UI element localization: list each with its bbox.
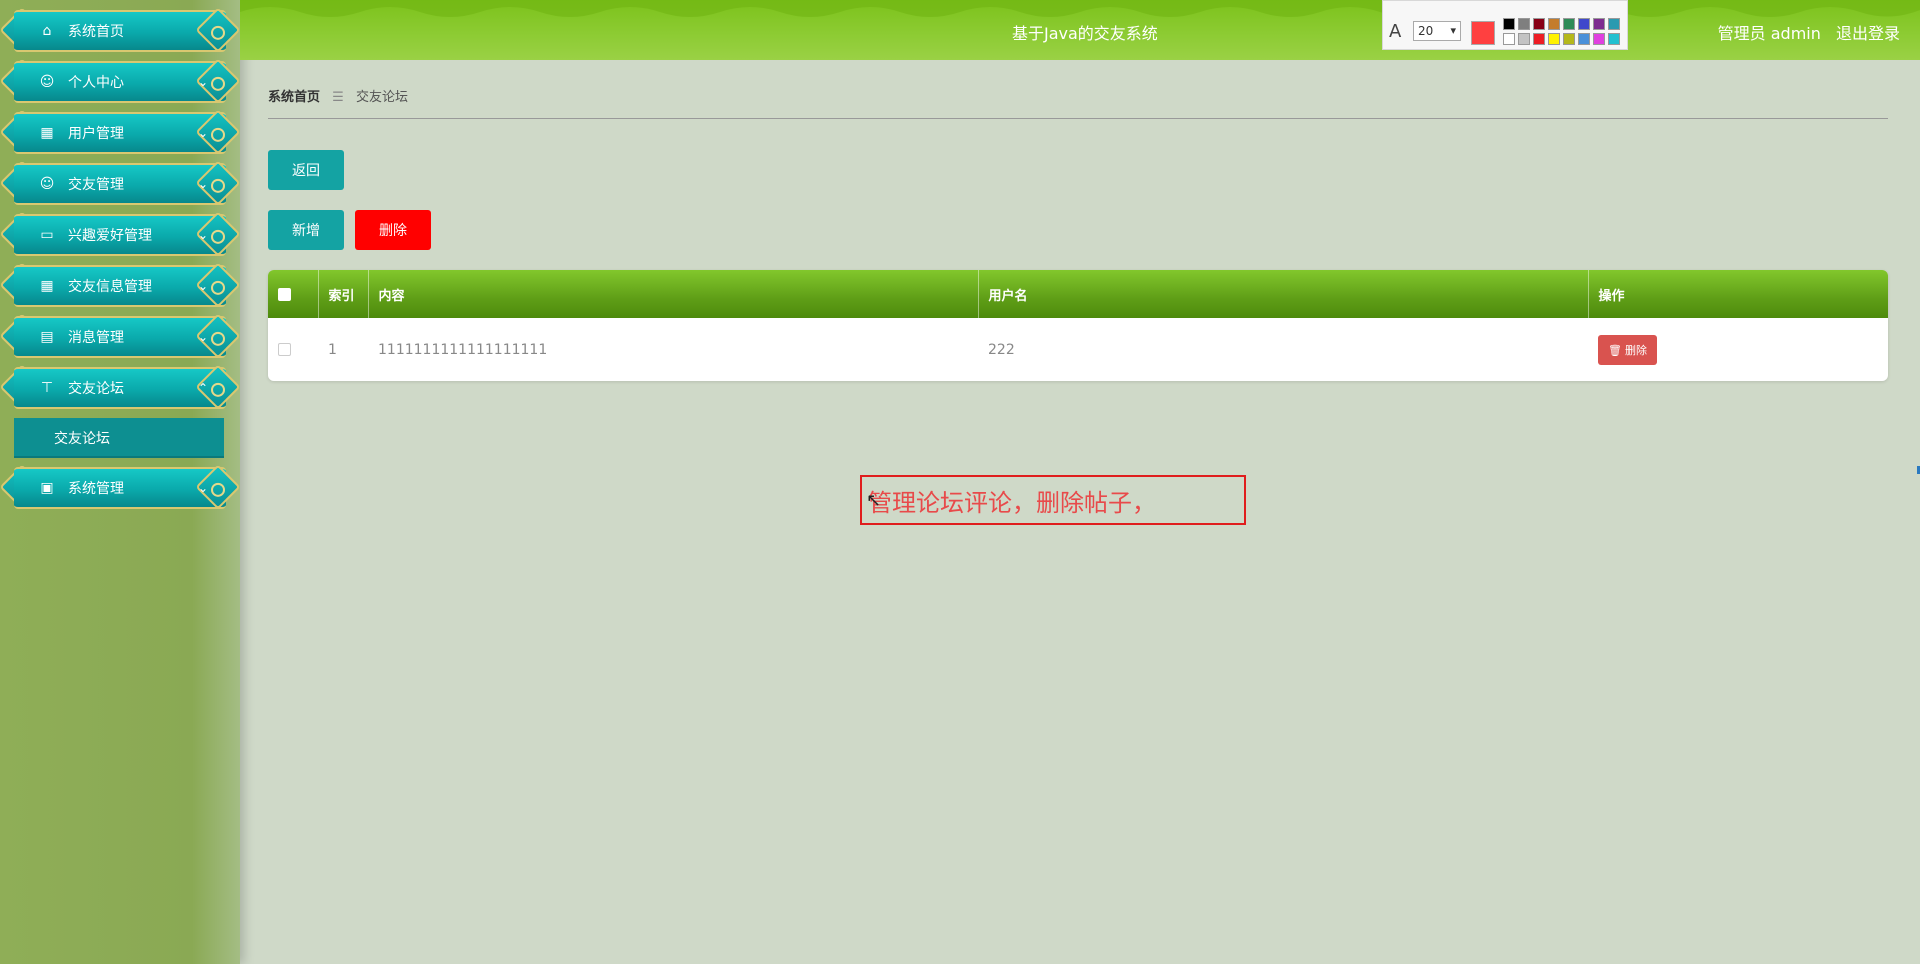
delete-button[interactable]: 删除 — [355, 210, 431, 250]
user-role-label: 管理员 admin — [1717, 24, 1821, 43]
settings-box-icon: ▣ — [40, 480, 54, 496]
forum-table: 索引 内容 用户名 操作 1 1111111111111111111 222 🗑… — [268, 270, 1888, 381]
sidebar-item-label: 交友管理 — [68, 177, 124, 193]
color-swatch[interactable] — [1548, 33, 1560, 45]
breadcrumb: 系统首页 ☰ 交友论坛 — [268, 86, 408, 105]
color-swatch[interactable] — [1503, 18, 1515, 30]
table-row: 1 1111111111111111111 222 🗑 删除 — [268, 318, 1888, 381]
header-username: 用户名 — [978, 270, 1589, 318]
row-username: 222 — [988, 341, 1015, 358]
color-swatch[interactable] — [1578, 18, 1590, 30]
breadcrumb-separator-icon: ☰ — [332, 90, 344, 105]
sidebar-item-personal-center[interactable]: ☺ 个人中心 ⌄ — [0, 58, 241, 104]
color-swatch[interactable] — [1593, 33, 1605, 45]
row-checkbox[interactable] — [278, 343, 291, 356]
sidebar-item-label: 用户管理 — [68, 126, 124, 142]
header-actions: 操作 — [1598, 288, 1625, 304]
grid-icon: ▦ — [40, 278, 54, 294]
color-swatch[interactable] — [1548, 18, 1560, 30]
sidebar-item-friend-management[interactable]: ☺ 交友管理 ⌄ — [0, 160, 241, 206]
header-index: 索引 — [318, 270, 369, 318]
sidebar-subitem-forum[interactable]: 交友论坛 — [14, 418, 224, 458]
font-size-select[interactable]: 20 — [1413, 21, 1461, 41]
row-delete-label: 删除 — [1624, 343, 1647, 357]
home-icon: ⌂ — [42, 23, 52, 39]
row-actions: 🗑 删除 — [1588, 318, 1888, 381]
header-wave-decoration — [240, 0, 1920, 17]
add-button[interactable]: 新增 — [268, 210, 344, 250]
chevron-down-icon: ⌄ — [197, 481, 208, 495]
row-content: 1111111111111111111 — [378, 341, 548, 358]
site-title: 基于Java的交友系统 — [1012, 24, 1158, 43]
row-index: 1 — [328, 341, 337, 358]
annotation-note-text: 管理论坛评论，删除帖子， — [868, 488, 1156, 517]
chevron-down-icon: ⌄ — [197, 279, 208, 293]
color-swatch[interactable] — [1578, 33, 1590, 45]
sidebar-item-label: 系统管理 — [68, 481, 124, 497]
row-delete-button[interactable]: 🗑 删除 — [1598, 334, 1657, 365]
user-icon: ☺ — [39, 176, 55, 192]
color-swatch[interactable] — [1518, 18, 1530, 30]
grid-icon: ▦ — [40, 125, 54, 141]
annotation-note: 管理论坛评论，删除帖子， — [860, 475, 1246, 525]
color-swatch[interactable] — [1563, 18, 1575, 30]
chevron-down-icon: ⌄ — [197, 75, 208, 89]
sidebar-item-label: 兴趣爱好管理 — [68, 228, 152, 244]
pin-icon: ⊤ — [40, 380, 54, 396]
breadcrumb-home[interactable]: 系统首页 — [268, 90, 320, 105]
table-header-row: 索引 内容 用户名 操作 — [268, 270, 1888, 318]
back-button[interactable]: 返回 — [268, 150, 344, 190]
user-icon: ☺ — [39, 74, 55, 90]
sidebar-item-forum[interactable]: ⊤ 交友论坛 ⌃ — [0, 364, 241, 410]
color-swatch[interactable] — [1533, 33, 1545, 45]
color-swatch[interactable] — [1593, 18, 1605, 30]
sidebar-item-friend-info-management[interactable]: ▦ 交友信息管理 ⌄ — [0, 262, 241, 308]
select-all-checkbox[interactable] — [278, 287, 291, 301]
divider — [268, 118, 1888, 119]
sidebar-item-user-management[interactable]: ▦ 用户管理 ⌄ — [0, 109, 241, 155]
annotation-toolbar: A 20 — [1382, 0, 1628, 50]
sidebar-item-home[interactable]: ⌂ 系统首页 — [0, 7, 241, 53]
color-swatch[interactable] — [1533, 18, 1545, 30]
clipboard-icon: ▤ — [40, 329, 54, 345]
user-area: 管理员 admin 退出登录 — [1708, 20, 1900, 44]
top-bar: 基于Java的交友系统 管理员 admin 退出登录 — [240, 0, 1920, 60]
sidebar-item-message-management[interactable]: ▤ 消息管理 ⌄ — [0, 313, 241, 359]
sidebar-item-system-management[interactable]: ▣ 系统管理 ⌄ — [0, 464, 241, 510]
trash-icon: 🗑 — [1608, 343, 1622, 357]
sidebar-item-hobby-management[interactable]: ▭ 兴趣爱好管理 ⌄ — [0, 211, 241, 257]
chevron-down-icon: ⌄ — [197, 126, 208, 140]
sidebar-item-label: 个人中心 — [68, 75, 124, 91]
current-color-swatch[interactable] — [1471, 21, 1495, 45]
chevron-down-icon: ⌄ — [197, 330, 208, 344]
sidebar-item-label: 交友论坛 — [68, 381, 124, 397]
row-select-cell — [268, 318, 318, 381]
mouse-cursor-icon: ↖ — [866, 490, 882, 511]
sidebar: ⌂ 系统首页 ☺ 个人中心 ⌄ ▦ 用户管理 ⌄ ☺ 交友管理 ⌄ ▭ 兴趣爱好… — [0, 0, 241, 964]
chevron-down-icon: ⌄ — [197, 228, 208, 242]
color-swatch[interactable] — [1518, 33, 1530, 45]
color-swatch[interactable] — [1608, 33, 1620, 45]
sidebar-item-label: 消息管理 — [68, 330, 124, 346]
breadcrumb-current: 交友论坛 — [355, 90, 408, 105]
header-content: 内容 — [368, 270, 979, 318]
color-palette — [1503, 18, 1620, 45]
monitor-icon: ▭ — [40, 227, 54, 243]
sidebar-item-label: 系统首页 — [68, 24, 124, 40]
font-icon[interactable]: A — [1389, 21, 1401, 42]
color-swatch[interactable] — [1563, 33, 1575, 45]
logout-link[interactable]: 退出登录 — [1836, 24, 1900, 43]
color-swatch[interactable] — [1608, 18, 1620, 30]
chevron-up-icon: ⌃ — [197, 381, 208, 395]
select-all-cell — [268, 270, 319, 318]
color-swatch[interactable] — [1503, 33, 1515, 45]
sidebar-item-label: 交友信息管理 — [68, 279, 152, 295]
chevron-down-icon: ⌄ — [197, 177, 208, 191]
